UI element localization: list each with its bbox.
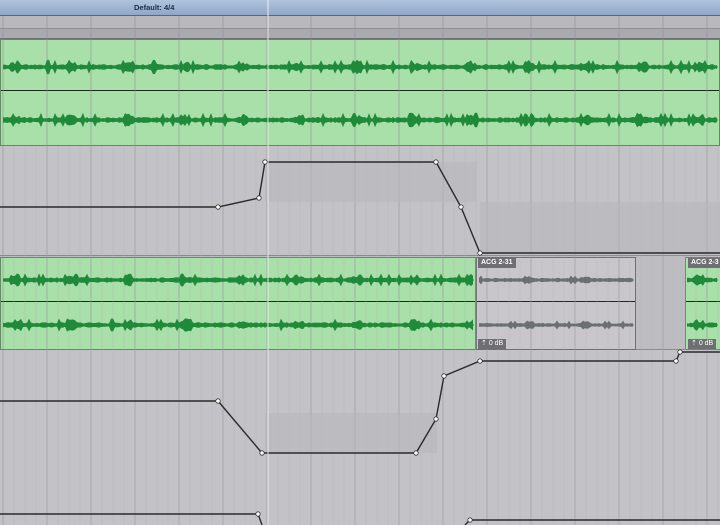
channel-divider [686, 301, 720, 302]
channel-divider [1, 301, 475, 302]
channel-divider [1, 90, 719, 91]
audio-clip-acg-2-31[interactable] [476, 257, 636, 350]
audio-track-1-region[interactable] [0, 39, 720, 146]
channel-divider [477, 301, 635, 302]
clip-name-acg-2-31[interactable]: ACG 2-31 [478, 258, 516, 268]
clip-gain-acg-2-31[interactable]: ⇡ 0 dB [478, 339, 507, 349]
marker-ruler[interactable] [0, 16, 720, 29]
clip-gain-value: 0 dB [698, 340, 714, 347]
automation-lane-1[interactable] [0, 146, 720, 256]
meter-marker-label[interactable]: Default: 4/4 [134, 3, 174, 12]
automation-lane-2[interactable] [0, 350, 720, 525]
gain-arrow-icon: ⇡ [481, 340, 487, 347]
clip-name-acg-2-3[interactable]: ACG 2-3 [688, 258, 720, 268]
audio-track-2-region-a[interactable] [0, 257, 476, 350]
clip-gain-value: 0 dB [488, 340, 504, 347]
meter-ruler[interactable]: Default: 4/4 [0, 0, 720, 16]
tempo-ruler[interactable] [0, 29, 720, 39]
audio-clip-acg-2-3[interactable] [685, 257, 720, 350]
clip-gain-acg-2-3[interactable]: ⇡ 0 dB [688, 339, 717, 349]
gain-arrow-icon: ⇡ [691, 340, 697, 347]
